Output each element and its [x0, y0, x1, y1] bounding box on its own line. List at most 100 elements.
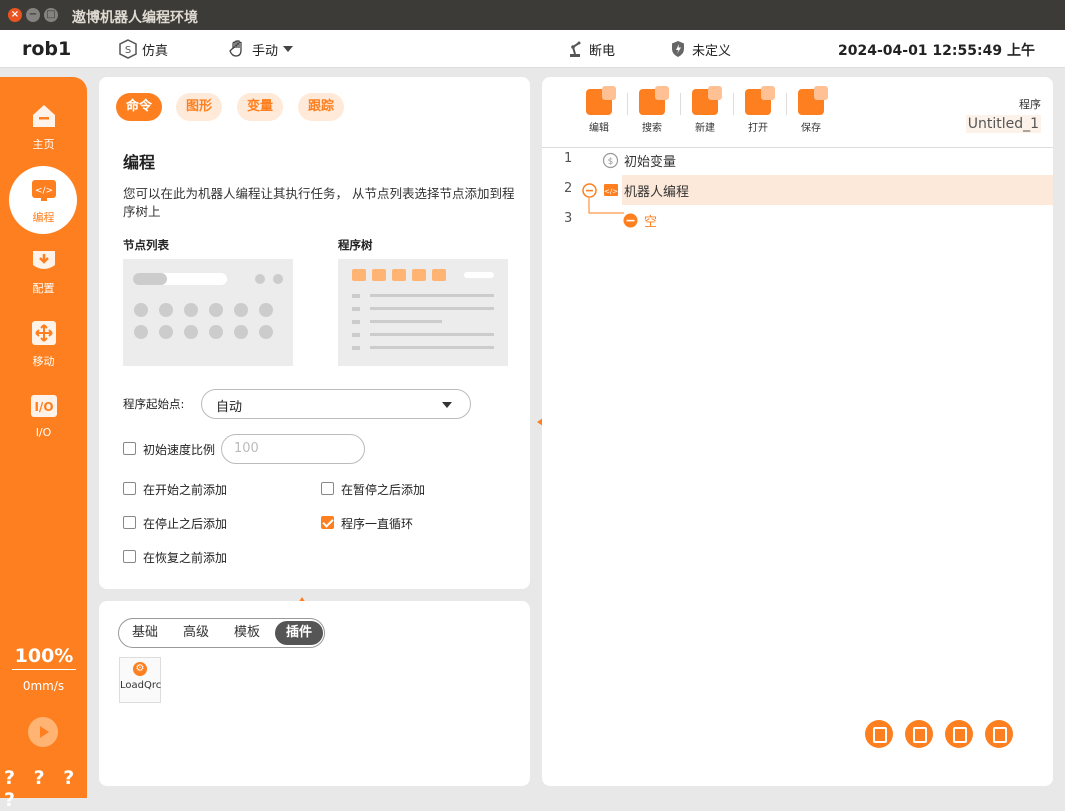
sidebar-item-label: I/O	[35, 426, 52, 439]
fit-view-button[interactable]	[945, 720, 973, 748]
before-start-checkbox[interactable]	[123, 482, 136, 495]
tree-node-label: 机器人编程	[624, 185, 690, 200]
tree-row[interactable]: 3 空	[542, 198, 1053, 235]
node-library-panel: 基础 高级 模板 插件 ⚙ LoadQrc	[99, 601, 530, 786]
sidebar-item-program[interactable]: </> 编程	[0, 166, 87, 236]
code-icon: </>	[604, 184, 618, 196]
play-button[interactable]	[28, 717, 58, 747]
window-titlebar: × − □ 遨博机器人编程环境	[0, 0, 1065, 30]
speed-percent[interactable]: 100%	[12, 645, 76, 670]
window-maximize-button[interactable]: □	[44, 8, 58, 22]
tree-structure-button[interactable]	[865, 720, 893, 748]
gear-icon: ⚙	[133, 662, 147, 676]
command-panel: 命令 图形 变量 跟踪 编程 您可以在此为机器人编程让其执行任务， 从节点列表选…	[99, 77, 530, 589]
mode-dropdown[interactable]: 手动	[228, 39, 294, 59]
sidebar-item-home[interactable]: 主页	[0, 101, 87, 163]
window-title: 遨博机器人编程环境	[72, 10, 198, 26]
tree-node-label: 空	[644, 215, 658, 230]
after-stop-checkbox[interactable]	[123, 516, 136, 529]
chevron-down-icon	[283, 46, 294, 52]
save-button[interactable]: 保存	[791, 86, 831, 134]
new-file-icon	[692, 86, 722, 115]
power-status: 断电	[565, 39, 615, 59]
search-button[interactable]: 搜索	[632, 86, 672, 134]
after-pause-checkbox[interactable]	[321, 482, 334, 495]
toolbar-divider	[627, 93, 628, 115]
tab-graphics[interactable]: 图形	[176, 93, 223, 121]
sidebar-item-io[interactable]: I/O I/O	[0, 391, 87, 453]
collapse-icon[interactable]	[582, 183, 597, 198]
tab-plugin[interactable]: 插件	[275, 621, 323, 645]
svg-text:S: S	[125, 45, 131, 56]
tab-variables[interactable]: 变量	[237, 93, 284, 121]
before-resume-checkbox[interactable]	[123, 550, 136, 563]
start-point-value: 自动	[216, 400, 243, 415]
line-number: 3	[564, 211, 573, 226]
tab-advanced[interactable]: 高级	[172, 621, 220, 645]
simulation-toggle[interactable]: S 仿真	[118, 39, 168, 59]
tab-basic[interactable]: 基础	[121, 621, 169, 645]
before-resume-label: 在恢复之前添加	[143, 551, 228, 565]
main-sidebar: 主页 </> 编程 配置 移动 I/O I/O 100% 0mm/s ? ? ?…	[0, 77, 87, 811]
sidebar-item-label: 移动	[32, 355, 55, 368]
svg-text:</>: </>	[604, 188, 618, 196]
edit-button[interactable]: 编辑	[579, 86, 619, 134]
tab-trace[interactable]: 跟踪	[298, 93, 345, 121]
sidebar-item-config[interactable]: 配置	[0, 245, 87, 307]
loop-forever-label: 程序一直循环	[341, 517, 414, 531]
program-tree-label: 程序树	[338, 238, 373, 252]
tree-node-label: 初始变量	[624, 155, 677, 170]
start-point-label: 程序起始点:	[123, 397, 185, 411]
tool-label: 新建	[695, 123, 715, 134]
variable-icon: $	[602, 152, 619, 169]
description-text: 您可以在此为机器人编程让其执行任务， 从节点列表选择节点添加到程序树上	[123, 186, 515, 219]
datetime-display: 2024-04-01 12:55:49 上午	[838, 43, 1035, 59]
svg-text:I/O: I/O	[34, 400, 53, 414]
program-name[interactable]: Untitled_1	[965, 115, 1041, 133]
open-button[interactable]: 打开	[738, 86, 778, 134]
program-tree-illustration	[338, 259, 508, 366]
tool-label: 打开	[748, 123, 768, 134]
empty-node-icon	[623, 213, 638, 228]
program-tree-panel: 编辑 搜索 新建 打开 保存 程序 Untitled_1 1 $ 初始变量 2 …	[542, 77, 1053, 786]
init-speed-label: 初始速度比例	[143, 443, 216, 457]
start-point-select[interactable]: 自动	[201, 389, 471, 419]
sidebar-item-move[interactable]: 移动	[0, 318, 87, 380]
tab-command[interactable]: 命令	[116, 93, 163, 121]
init-speed-input[interactable]: 100	[221, 434, 365, 464]
tree-row[interactable]: 1 $ 初始变量	[542, 145, 1053, 175]
code-icon: </>	[31, 180, 56, 201]
sidebar-item-label: 编程	[32, 211, 55, 224]
expand-button[interactable]	[905, 720, 933, 748]
toolbar-divider	[680, 93, 681, 115]
robot-arm-icon	[570, 41, 581, 57]
tree-connector	[588, 198, 624, 214]
toolbar-divider	[786, 93, 787, 115]
after-stop-label: 在停止之后添加	[143, 517, 228, 531]
line-number: 1	[564, 151, 573, 166]
line-number: 2	[564, 181, 573, 196]
init-speed-checkbox[interactable]	[123, 442, 136, 455]
play-icon	[40, 726, 49, 738]
svg-text:$: $	[608, 157, 614, 167]
io-icon: I/O	[30, 395, 57, 417]
hand-icon	[229, 40, 242, 57]
plugin-loadqrc[interactable]: ⚙ LoadQrc	[119, 657, 161, 703]
help-buttons[interactable]: ? ? ? ?	[4, 767, 87, 811]
page-title: 编程	[123, 153, 156, 172]
loop-forever-checkbox[interactable]	[321, 516, 334, 529]
window-close-button[interactable]: ×	[8, 8, 22, 22]
tab-template[interactable]: 模板	[223, 621, 271, 645]
chevron-down-icon	[442, 402, 452, 408]
console-button[interactable]	[985, 720, 1013, 748]
node-category-tabs: 基础 高级 模板 插件	[118, 618, 325, 648]
tool-label: 编辑	[589, 123, 609, 134]
save-icon	[798, 86, 828, 115]
power-status-label: 断电	[589, 43, 616, 59]
mode-label: 手动	[252, 43, 279, 59]
sidebar-item-label: 配置	[32, 282, 55, 295]
robot-name: rob1	[22, 38, 72, 60]
window-minimize-button[interactable]: −	[26, 8, 40, 22]
program-label: 程序	[1019, 98, 1041, 111]
new-button[interactable]: 新建	[685, 86, 725, 134]
